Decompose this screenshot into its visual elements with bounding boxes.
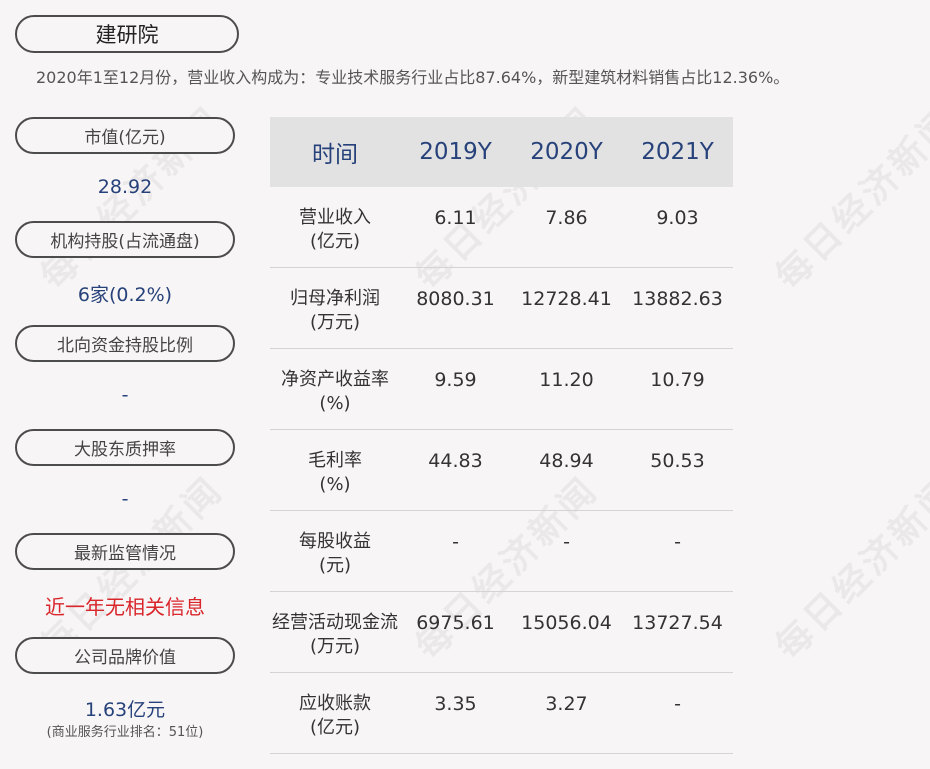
table-cell: 6.11 — [434, 207, 477, 229]
header-time: 时间 — [312, 142, 358, 168]
table-cell: - — [674, 693, 681, 715]
row-label-metric: 每股收益 — [299, 531, 371, 552]
row-label: 毛利率 (%) — [270, 430, 400, 497]
regulatory-status-label: 最新监管情况 — [15, 533, 235, 570]
table-cell: 13882.63 — [632, 288, 723, 310]
table-row: 净资产收益率 (%) 9.59 11.20 10.79 — [270, 349, 733, 430]
row-label: 每股收益 (元) — [270, 511, 400, 578]
table-cell: 10.79 — [650, 369, 705, 391]
institutional-holding-label: 机构持股(占流通盘) — [15, 221, 235, 258]
row-label-unit: (%) — [319, 474, 351, 495]
table-row: 毛利率 (%) 44.83 48.94 50.53 — [270, 430, 733, 511]
row-label: 净资产收益率 (%) — [270, 349, 400, 416]
table-row: 应收账款 (亿元) 3.35 3.27 - — [270, 673, 733, 754]
table-cell: 12728.41 — [521, 288, 612, 310]
watermark: 每日经济新闻 — [768, 469, 930, 668]
table-cell: - — [563, 531, 570, 553]
pledge-ratio-value: - — [121, 488, 129, 510]
table-row: 营业收入 (亿元) 6.11 7.86 9.03 — [270, 187, 733, 268]
row-label-unit: (亿元) — [309, 231, 361, 252]
row-label-metric: 净资产收益率 — [281, 369, 389, 390]
table-cell: 50.53 — [650, 450, 705, 472]
brand-value-label: 公司品牌价值 — [15, 637, 235, 674]
row-label-unit: (万元) — [309, 312, 361, 333]
header-year: 2020Y — [530, 139, 603, 165]
row-label-metric: 经营活动现金流 — [272, 612, 398, 633]
revenue-summary: 2020年1至12月份，营业收入构成为：专业技术服务行业占比87.64%，新型建… — [36, 68, 790, 87]
table-cell: 3.27 — [545, 693, 588, 715]
pledge-ratio-label: 大股东质押率 — [15, 429, 235, 466]
table-row: 每股收益 (元) - - - — [270, 511, 733, 592]
table-cell: - — [674, 531, 681, 553]
table-cell: 3.35 — [434, 693, 477, 715]
table-row: 经营活动现金流 (万元) 6975.61 15056.04 13727.54 — [270, 592, 733, 673]
table-cell: 7.86 — [545, 207, 588, 229]
row-label-unit: (元) — [318, 555, 352, 576]
row-label: 营业收入 (亿元) — [270, 187, 400, 254]
northbound-holding-value: - — [121, 384, 129, 406]
table-cell: 8080.31 — [416, 288, 495, 310]
table-cell: 48.94 — [539, 450, 594, 472]
table-cell: 9.59 — [434, 369, 477, 391]
row-label-metric: 应收账款 — [299, 693, 371, 714]
brand-value-value: 1.63亿元 — [84, 699, 166, 721]
regulatory-status-value: 近一年无相关信息 — [45, 595, 205, 619]
table-cell: - — [452, 531, 459, 553]
row-label-unit: (%) — [319, 393, 351, 414]
table-cell: 11.20 — [539, 369, 594, 391]
watermark: 每日经济新闻 — [768, 99, 930, 298]
row-label-unit: (万元) — [309, 636, 361, 657]
table-cell: 13727.54 — [632, 612, 723, 634]
table-header: 时间 2019Y 2020Y 2021Y — [270, 117, 733, 187]
table-cell: 44.83 — [428, 450, 483, 472]
row-label: 归母净利润 (万元) — [270, 268, 400, 335]
row-label: 经营活动现金流 (万元) — [270, 592, 400, 659]
row-label: 应收账款 (亿元) — [270, 673, 400, 740]
market-cap-value: 28.92 — [97, 176, 153, 198]
institutional-holding-value: 6家(0.2%) — [77, 284, 173, 306]
brand-value-rank: (商业服务行业排名：51位) — [46, 725, 204, 740]
market-cap-label: 市值(亿元) — [15, 117, 235, 154]
row-label-metric: 毛利率 — [308, 450, 362, 471]
row-label-metric: 归母净利润 — [290, 288, 380, 309]
table-cell: 9.03 — [656, 207, 699, 229]
header-year: 2021Y — [641, 139, 714, 165]
table-cell: 6975.61 — [416, 612, 495, 634]
header-year: 2019Y — [419, 139, 492, 165]
row-label-unit: (亿元) — [309, 717, 361, 738]
table-cell: 15056.04 — [521, 612, 612, 634]
company-name-badge: 建研院 — [15, 15, 239, 53]
northbound-holding-label: 北向资金持股比例 — [15, 325, 235, 362]
row-label-metric: 营业收入 — [299, 207, 371, 228]
financial-table: 时间 2019Y 2020Y 2021Y 营业收入 (亿元) 6.11 7.86 9.0… — [270, 117, 733, 754]
table-row: 归母净利润 (万元) 8080.31 12728.41 13882.63 — [270, 268, 733, 349]
